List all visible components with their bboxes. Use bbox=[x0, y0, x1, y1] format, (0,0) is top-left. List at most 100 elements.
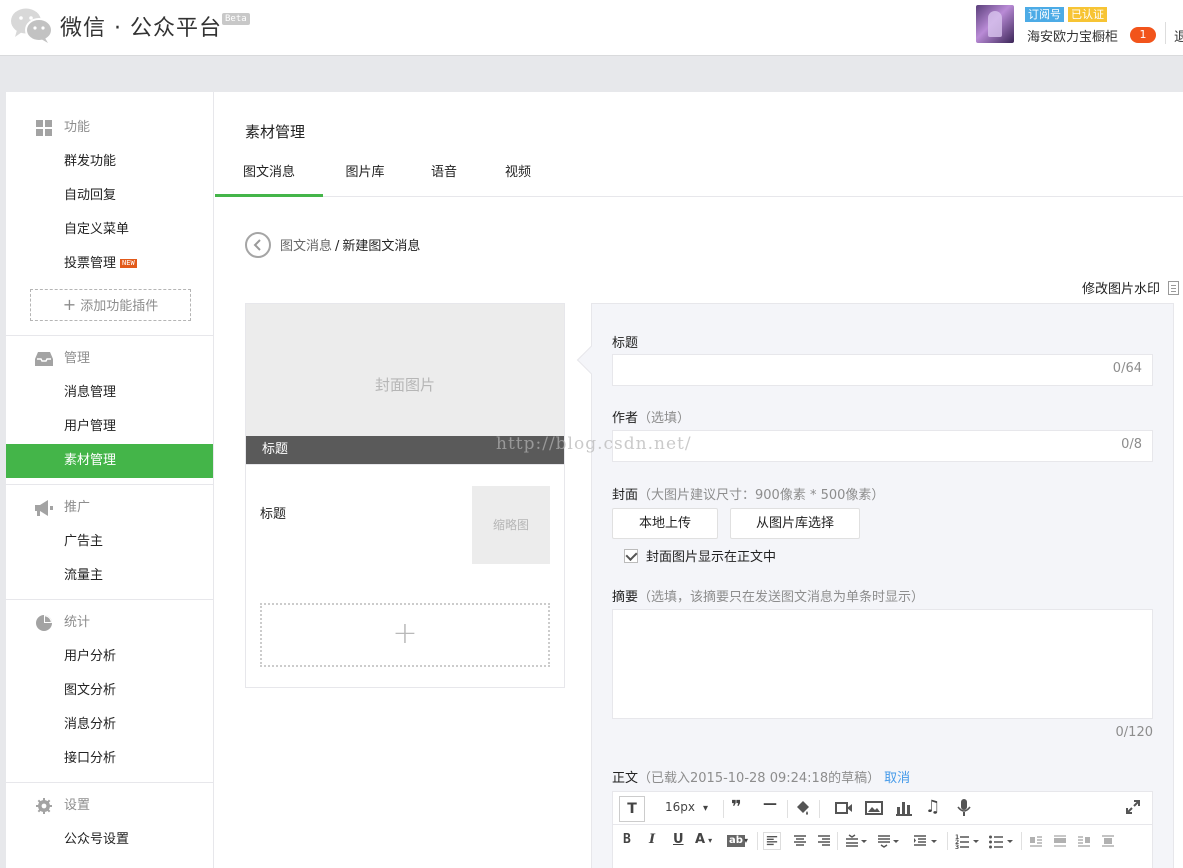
logout-link[interactable]: 退出 bbox=[1174, 26, 1183, 45]
highlight-icon[interactable]: ab bbox=[727, 835, 745, 847]
show-cover-checkbox[interactable] bbox=[624, 549, 638, 563]
sidebar-item-materials[interactable]: 素材管理 bbox=[6, 444, 213, 478]
bold-icon[interactable]: B bbox=[623, 832, 631, 847]
summary-counter: 0/120 bbox=[1115, 725, 1153, 740]
font-color-icon[interactable]: A ▾ bbox=[695, 832, 712, 847]
choose-from-library-button[interactable]: 从图片库选择 bbox=[730, 508, 860, 539]
body-label: 正文（已载入2015-10-28 09:24:18的草稿） 取消 bbox=[612, 767, 910, 786]
chart-icon[interactable] bbox=[896, 800, 912, 816]
sidebar-item-article-analysis[interactable]: 图文分析 bbox=[6, 674, 213, 708]
sidebar-item-message-analysis[interactable]: 消息分析 bbox=[6, 708, 213, 742]
sidebar: 功能 群发功能 自动回复 自定义菜单 投票管理 NEW + 添加功能插件 管理 消息… bbox=[6, 92, 214, 868]
sidebar-item-custom-menu[interactable]: 自定义菜单 bbox=[6, 213, 213, 247]
cancel-draft-link[interactable]: 取消 bbox=[884, 771, 910, 786]
tab-voice[interactable]: 语音 bbox=[407, 158, 481, 197]
float-left-icon[interactable] bbox=[1029, 834, 1043, 848]
sidebar-item-messages[interactable]: 消息管理 bbox=[6, 376, 213, 410]
fullscreen-icon[interactable] bbox=[1126, 800, 1140, 814]
underline-icon[interactable]: U bbox=[673, 832, 684, 847]
float-none-icon[interactable] bbox=[1053, 834, 1067, 848]
brand-title[interactable]: 微信 · 公众平台 bbox=[60, 10, 222, 42]
gear-icon bbox=[36, 798, 52, 814]
chevron-left-icon bbox=[253, 239, 261, 251]
edit-watermark-link[interactable]: 修改图片水印 bbox=[1082, 278, 1179, 297]
video-icon[interactable] bbox=[835, 801, 853, 815]
sub-article-title: 标题 bbox=[260, 507, 287, 522]
inbox-icon bbox=[35, 352, 53, 366]
group-label: 功能 bbox=[64, 120, 91, 135]
verified-tag: 已认证 bbox=[1068, 7, 1107, 22]
tab-images[interactable]: 图片库 bbox=[323, 158, 407, 197]
sidebar-item-vote[interactable]: 投票管理 NEW bbox=[6, 247, 213, 281]
image-icon[interactable] bbox=[865, 801, 883, 815]
sidebar-item-label: 投票管理 bbox=[64, 256, 117, 271]
group-label: 管理 bbox=[64, 351, 91, 366]
microphone-icon[interactable] bbox=[957, 798, 971, 818]
sidebar-item-users[interactable]: 用户管理 bbox=[6, 410, 213, 444]
align-right-icon[interactable] bbox=[817, 834, 831, 848]
megaphone-icon bbox=[35, 500, 53, 516]
notification-badge[interactable]: 1 bbox=[1130, 27, 1156, 43]
sidebar-item-advertiser[interactable]: 广告主 bbox=[6, 525, 213, 559]
grid-icon bbox=[36, 120, 52, 136]
summary-label-text: 摘要 bbox=[612, 590, 639, 605]
line-height-icon[interactable] bbox=[845, 834, 867, 848]
music-icon[interactable]: ♫ bbox=[925, 797, 940, 817]
upload-local-button[interactable]: 本地上传 bbox=[612, 508, 718, 539]
add-article-button[interactable]: + bbox=[260, 603, 550, 667]
editor-pointer-arrow bbox=[576, 345, 606, 375]
author-input[interactable]: 0/8 bbox=[612, 430, 1153, 462]
site-watermark: http://blog.csdn.net/ bbox=[496, 434, 692, 454]
toolbar-divider bbox=[1021, 832, 1022, 850]
horizontal-rule-icon[interactable]: — bbox=[763, 796, 777, 812]
menu-group-manage: 管理 消息管理 用户管理 素材管理 bbox=[6, 336, 213, 485]
author-label-text: 作者 bbox=[612, 411, 639, 426]
sidebar-item-account-settings[interactable]: 公众号设置 bbox=[6, 823, 213, 857]
main-container: 功能 群发功能 自动回复 自定义菜单 投票管理 NEW + 添加功能插件 管理 消息… bbox=[6, 92, 1183, 868]
unordered-list-icon[interactable] bbox=[989, 833, 1015, 849]
font-size-select[interactable]: 16px bbox=[665, 800, 708, 814]
float-center-icon[interactable] bbox=[1101, 834, 1115, 848]
header-divider bbox=[1165, 22, 1166, 44]
wechat-logo-icon[interactable] bbox=[10, 6, 54, 44]
sidebar-item-api-analysis[interactable]: 接口分析 bbox=[6, 742, 213, 776]
sidebar-item-auto-reply[interactable]: 自动回复 bbox=[6, 179, 213, 213]
sidebar-item-user-analysis[interactable]: 用户分析 bbox=[6, 640, 213, 674]
group-title-promotion: 推广 bbox=[6, 491, 213, 525]
menu-group-settings: 设置 公众号设置 bbox=[6, 783, 213, 857]
account-name[interactable]: 海安欧力宝橱柜 bbox=[1027, 26, 1118, 45]
title-input[interactable]: 0/64 bbox=[612, 354, 1153, 386]
breadcrumb-current: 新建图文消息 bbox=[342, 239, 421, 254]
edit-watermark-label: 修改图片水印 bbox=[1081, 282, 1160, 297]
group-label: 统计 bbox=[64, 615, 91, 630]
toolbar-divider bbox=[723, 800, 724, 818]
text-format-button[interactable]: T bbox=[619, 796, 645, 822]
tab-bar: 图文消息 图片库 语音 视频 bbox=[215, 158, 1183, 197]
menu-group-function: 功能 群发功能 自动回复 自定义菜单 投票管理 NEW + 添加功能插件 bbox=[6, 92, 213, 336]
add-plugin-button[interactable]: + 添加功能插件 bbox=[30, 289, 191, 321]
sidebar-item-mass-send[interactable]: 群发功能 bbox=[6, 145, 213, 179]
align-left-icon[interactable] bbox=[763, 832, 781, 850]
indent-icon[interactable] bbox=[913, 834, 937, 848]
document-icon bbox=[1168, 281, 1179, 295]
back-button[interactable] bbox=[245, 232, 271, 258]
align-center-icon[interactable] bbox=[793, 834, 807, 848]
chevron-down-icon[interactable]: ▾ bbox=[744, 836, 748, 845]
toolbar-row-1: T 16px ❞ — bbox=[613, 792, 1152, 825]
sidebar-item-publisher[interactable]: 流量主 bbox=[6, 559, 213, 593]
tab-articles[interactable]: 图文消息 bbox=[215, 158, 323, 197]
format-painter-icon[interactable] bbox=[795, 800, 811, 816]
paragraph-spacing-icon[interactable] bbox=[877, 834, 899, 848]
top-bar: 微信 · 公众平台 Beta 订阅号 已认证 海安欧力宝橱柜 1 退出 bbox=[0, 0, 1183, 56]
summary-textarea[interactable] bbox=[612, 609, 1153, 719]
tab-video[interactable]: 视频 bbox=[481, 158, 555, 197]
sub-article-item[interactable]: 标题 缩略图 bbox=[246, 464, 564, 579]
breadcrumb-parent[interactable]: 图文消息 bbox=[280, 239, 332, 254]
italic-icon[interactable]: I bbox=[649, 832, 655, 847]
float-right-icon[interactable] bbox=[1077, 834, 1091, 848]
avatar[interactable] bbox=[976, 5, 1014, 43]
ordered-list-icon[interactable]: 123 bbox=[955, 833, 981, 849]
new-badge: NEW bbox=[120, 259, 137, 268]
blockquote-icon[interactable]: ❞ bbox=[731, 797, 742, 818]
add-plugin-label: 添加功能插件 bbox=[80, 299, 159, 314]
